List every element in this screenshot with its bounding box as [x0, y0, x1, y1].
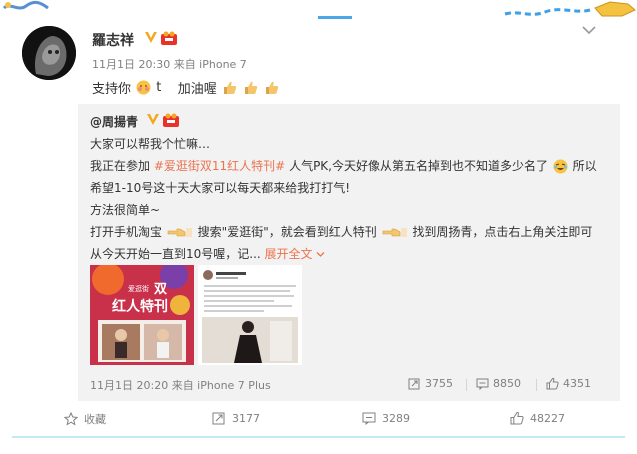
repost-count-button[interactable]: 3755	[408, 377, 453, 390]
like-button[interactable]: 48227	[510, 411, 565, 425]
like-icon	[510, 411, 524, 425]
comment-total: 3289	[382, 411, 410, 425]
repost-count: 3755	[425, 377, 453, 390]
post-meta: 11月1日 20:30 来自 iPhone 7	[92, 58, 247, 71]
repost-text-part: 人气PK,今天好像从第五名掉到也不知道多少名了	[289, 159, 548, 173]
action-bar: 收藏 3177 3289 48227	[0, 401, 637, 436]
shy-face-icon	[136, 80, 151, 95]
like-count: 4351	[563, 377, 591, 390]
repost-time: 11月1日 20:20 来自 iPhone 7 Plus	[90, 379, 271, 392]
post-text: 支持你 t 加油喔	[92, 78, 280, 97]
divider	[12, 436, 625, 438]
level-icon	[161, 31, 177, 45]
vip-icon	[147, 114, 159, 125]
repost-text-part: 打开手机淘宝	[90, 225, 163, 239]
comment-button[interactable]: 3289	[362, 411, 410, 425]
post-text-part: t	[156, 80, 162, 95]
thumb-text: 爱逛街	[128, 284, 149, 293]
like-total: 48227	[530, 411, 565, 425]
repost-user-name[interactable]: @周揚青	[90, 113, 138, 130]
repost-icon	[212, 412, 225, 425]
divider	[466, 379, 467, 391]
user-name[interactable]: 羅志祥	[92, 30, 134, 50]
repost-text-part: 找到周扬青，点击右上角关注即可	[412, 225, 593, 239]
repost-text-part: 所以	[572, 159, 597, 173]
chevron-down-icon	[316, 252, 325, 257]
repost-text-line: 大家可以帮我个忙嘛…	[90, 137, 211, 151]
laugh-cry-icon	[553, 159, 568, 174]
favorite-label: 收藏	[84, 413, 106, 426]
post-text-part: 加油喔	[177, 82, 217, 97]
repost-text-line: 从今天开始一直到10号喔，记... 展开全文	[90, 245, 325, 262]
repost-text-line: 方法很简单~	[90, 203, 161, 217]
repost-total: 3177	[232, 411, 260, 425]
repost-footer: 11月1日 20:20 来自 iPhone 7 Plus 3755 8850 4…	[90, 377, 608, 395]
vip-icon	[145, 32, 157, 43]
like-icon	[546, 377, 559, 390]
repost-text-part: 从今天开始一直到10号喔，记...	[90, 247, 261, 261]
chevron-down-icon[interactable]	[580, 24, 598, 36]
image-thumbnail[interactable]	[198, 265, 302, 365]
repost-text-part: 搜索"爱逛街"，就会看到红人特刊	[197, 225, 377, 239]
thumb-text: 红人特刊	[112, 298, 168, 315]
weibo-post-card: 羅志祥 11月1日 20:30 来自 iPhone 7 支持你 t 加油喔 @周…	[0, 0, 637, 454]
repost-text-part: 我正在参加	[90, 159, 151, 173]
expand-label: 展开全文	[264, 247, 313, 261]
favorite-button[interactable]: 收藏	[64, 411, 106, 427]
pointing-hand-icon	[167, 228, 192, 237]
repost-block[interactable]: @周揚青 大家可以帮我个忙嘛… 我正在参加 #爱逛街双11红人特刊# 人气PK,…	[78, 104, 620, 401]
divider	[536, 379, 537, 391]
comment-count-button[interactable]: 8850	[476, 377, 521, 390]
level-icon	[163, 113, 179, 127]
repost-text-line: 打开手机淘宝 搜索"爱逛街"，就会看到红人特刊 找到周扬青，点击右上角关注即可	[90, 223, 592, 240]
repost-text-line: 希望1-10号这十天大家可以每天都来给我打打气!	[90, 181, 351, 195]
comment-icon	[476, 378, 489, 390]
repost-icon	[408, 378, 420, 390]
comment-icon	[362, 412, 376, 425]
avatar[interactable]	[22, 26, 76, 80]
thumbs-up-icon	[266, 81, 279, 94]
like-count-button[interactable]: 4351	[546, 377, 591, 390]
star-icon	[64, 412, 78, 426]
thumbs-up-icon	[244, 81, 258, 94]
topic-link[interactable]: #爱逛街双11红人特刊#	[154, 159, 285, 173]
repost-button[interactable]: 3177	[212, 411, 260, 425]
comment-count: 8850	[493, 377, 521, 390]
expand-full-text-link[interactable]: 展开全文	[265, 247, 326, 261]
repost-text-line: 我正在参加 #爱逛街双11红人特刊# 人气PK,今天好像从第五名掉到也不知道多少…	[90, 157, 597, 174]
thumbs-up-icon	[223, 81, 237, 94]
post-text-part: 支持你	[92, 82, 132, 97]
image-thumbnail[interactable]: 爱逛街 双 红人特刊	[90, 265, 194, 365]
thumb-text: 双	[154, 282, 167, 297]
pointing-hand-icon	[382, 228, 407, 237]
